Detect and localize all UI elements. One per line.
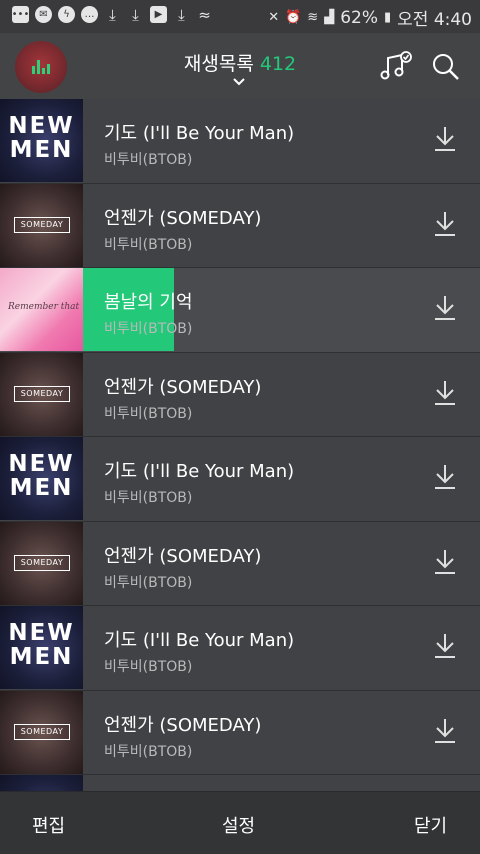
- track-row[interactable]: NEW MEN 기도 (I'll Be Your Man) 비투비(BTOB): [0, 606, 480, 691]
- playlist-header: 재생목록 412: [0, 33, 480, 99]
- clock: 오전 4:40: [397, 10, 472, 30]
- track-row[interactable]: SOMEDAY 언젠가 (SOMEDAY) 비투비(BTOB): [0, 183, 480, 268]
- download-icon[interactable]: [432, 717, 458, 745]
- album-art: NEWMEN: [0, 99, 83, 182]
- page-title: 재생목록: [183, 53, 254, 75]
- album-art: SOMEDAY: [0, 352, 83, 436]
- album-art: SOMEDAY: [0, 690, 83, 774]
- download-icon: ⤓: [109, 5, 116, 24]
- track-title: 언젠가 (SOMEDAY): [104, 376, 262, 398]
- track-list[interactable]: NEW MEN 기도 (I'll Be Your Man) 비투비(BTOB) S…: [0, 99, 480, 791]
- wifi-icon: ≋: [307, 10, 319, 25]
- track-row[interactable]: SOMEDAY 언젠가 (SOMEDAY) 비투비(BTOB): [0, 521, 480, 606]
- download-icon: ⤓: [178, 5, 185, 24]
- track-row[interactable]: NEW MEN 기도 (I'll Be Your Man) 비투비(BTOB): [0, 99, 480, 184]
- album-art: SOMEDAY: [0, 521, 83, 605]
- album-art: NEWMEN: [0, 775, 83, 791]
- notification-icons: ••• ✉ ϟ … ⤓ ⤓ ▶ ⤓ ≈: [12, 5, 213, 24]
- album-art: NEWMEN: [0, 437, 83, 520]
- track-artist: 비투비(BTOB): [104, 152, 193, 168]
- alarm-icon: ⏰: [285, 10, 302, 25]
- download-icon[interactable]: [432, 463, 458, 491]
- download-icon[interactable]: [432, 210, 458, 238]
- download-icon[interactable]: [432, 294, 458, 322]
- search-icon[interactable]: [428, 49, 464, 85]
- messenger-icon: ϟ: [58, 6, 75, 23]
- track-row[interactable]: NEW MEN 기도 (I'll Be Your Man) 비투비(BTOB): [0, 437, 480, 522]
- track-artist: 비투비(BTOB): [104, 743, 193, 760]
- edit-button[interactable]: 편집: [32, 812, 65, 838]
- youtube-icon: ▶: [150, 6, 167, 23]
- track-title: 언젠가 (SOMEDAY): [104, 714, 262, 736]
- download-icon[interactable]: [432, 379, 458, 407]
- track-artist: 비투비(BTOB): [104, 490, 193, 506]
- chevron-down-icon[interactable]: [232, 77, 246, 87]
- track-artist: 비투비(BTOB): [104, 236, 193, 253]
- track-row[interactable]: SOMEDAY 언젠가 (SOMEDAY) 비투비(BTOB): [0, 690, 480, 775]
- app-icon: ≈: [198, 5, 211, 24]
- track-artist: 비투비(BTOB): [104, 659, 193, 675]
- download-icon[interactable]: [432, 632, 458, 660]
- system-status: ✕ ⏰ ≋ ▟ 62% ▮ 오전 4:40: [268, 5, 472, 31]
- message-icon: •••: [12, 6, 29, 23]
- close-button[interactable]: 닫기: [414, 812, 447, 838]
- battery-percent: 62%: [340, 7, 378, 28]
- track-title: 봄날의 기억: [104, 292, 193, 313]
- track-title: 기도 (I'll Be Your Man): [104, 630, 295, 651]
- settings-button[interactable]: 설정: [222, 812, 255, 838]
- track-row-now-playing[interactable]: Remember that 봄날의 기억 비투비(BTOB): [0, 268, 480, 353]
- album-art: NEWMEN: [0, 606, 83, 689]
- music-note-icon[interactable]: [378, 49, 414, 85]
- track-title: 기도 (I'll Be Your Man): [104, 123, 295, 144]
- album-art: SOMEDAY: [0, 183, 83, 267]
- mute-icon: ✕: [268, 10, 280, 25]
- signal-icon: ▟: [324, 10, 335, 25]
- track-artist: 비투비(BTOB): [104, 321, 193, 337]
- album-art: Remember that: [0, 268, 83, 351]
- battery-icon: ▮: [383, 10, 392, 25]
- download-icon[interactable]: [432, 125, 458, 153]
- download-icon[interactable]: [432, 548, 458, 576]
- track-artist: 비투비(BTOB): [104, 574, 193, 591]
- track-row[interactable]: NEWMEN: [0, 775, 480, 791]
- track-title: 언젠가 (SOMEDAY): [104, 545, 262, 567]
- bottom-bar: 편집 설정 닫기: [0, 791, 480, 854]
- chat-icon: ✉: [35, 6, 52, 23]
- track-row[interactable]: SOMEDAY 언젠가 (SOMEDAY) 비투비(BTOB): [0, 352, 480, 437]
- track-title: 기도 (I'll Be Your Man): [104, 461, 295, 482]
- track-artist: 비투비(BTOB): [104, 405, 193, 422]
- download-icon: ⤓: [132, 5, 139, 24]
- status-bar: ••• ✉ ϟ … ⤓ ⤓ ▶ ⤓ ≈ ✕ ⏰ ≋ ▟ 62% ▮ 오전 4:4…: [0, 0, 480, 33]
- track-count: 412: [259, 53, 297, 75]
- talk-icon: …: [81, 6, 98, 23]
- track-title: 언젠가 (SOMEDAY): [104, 207, 262, 229]
